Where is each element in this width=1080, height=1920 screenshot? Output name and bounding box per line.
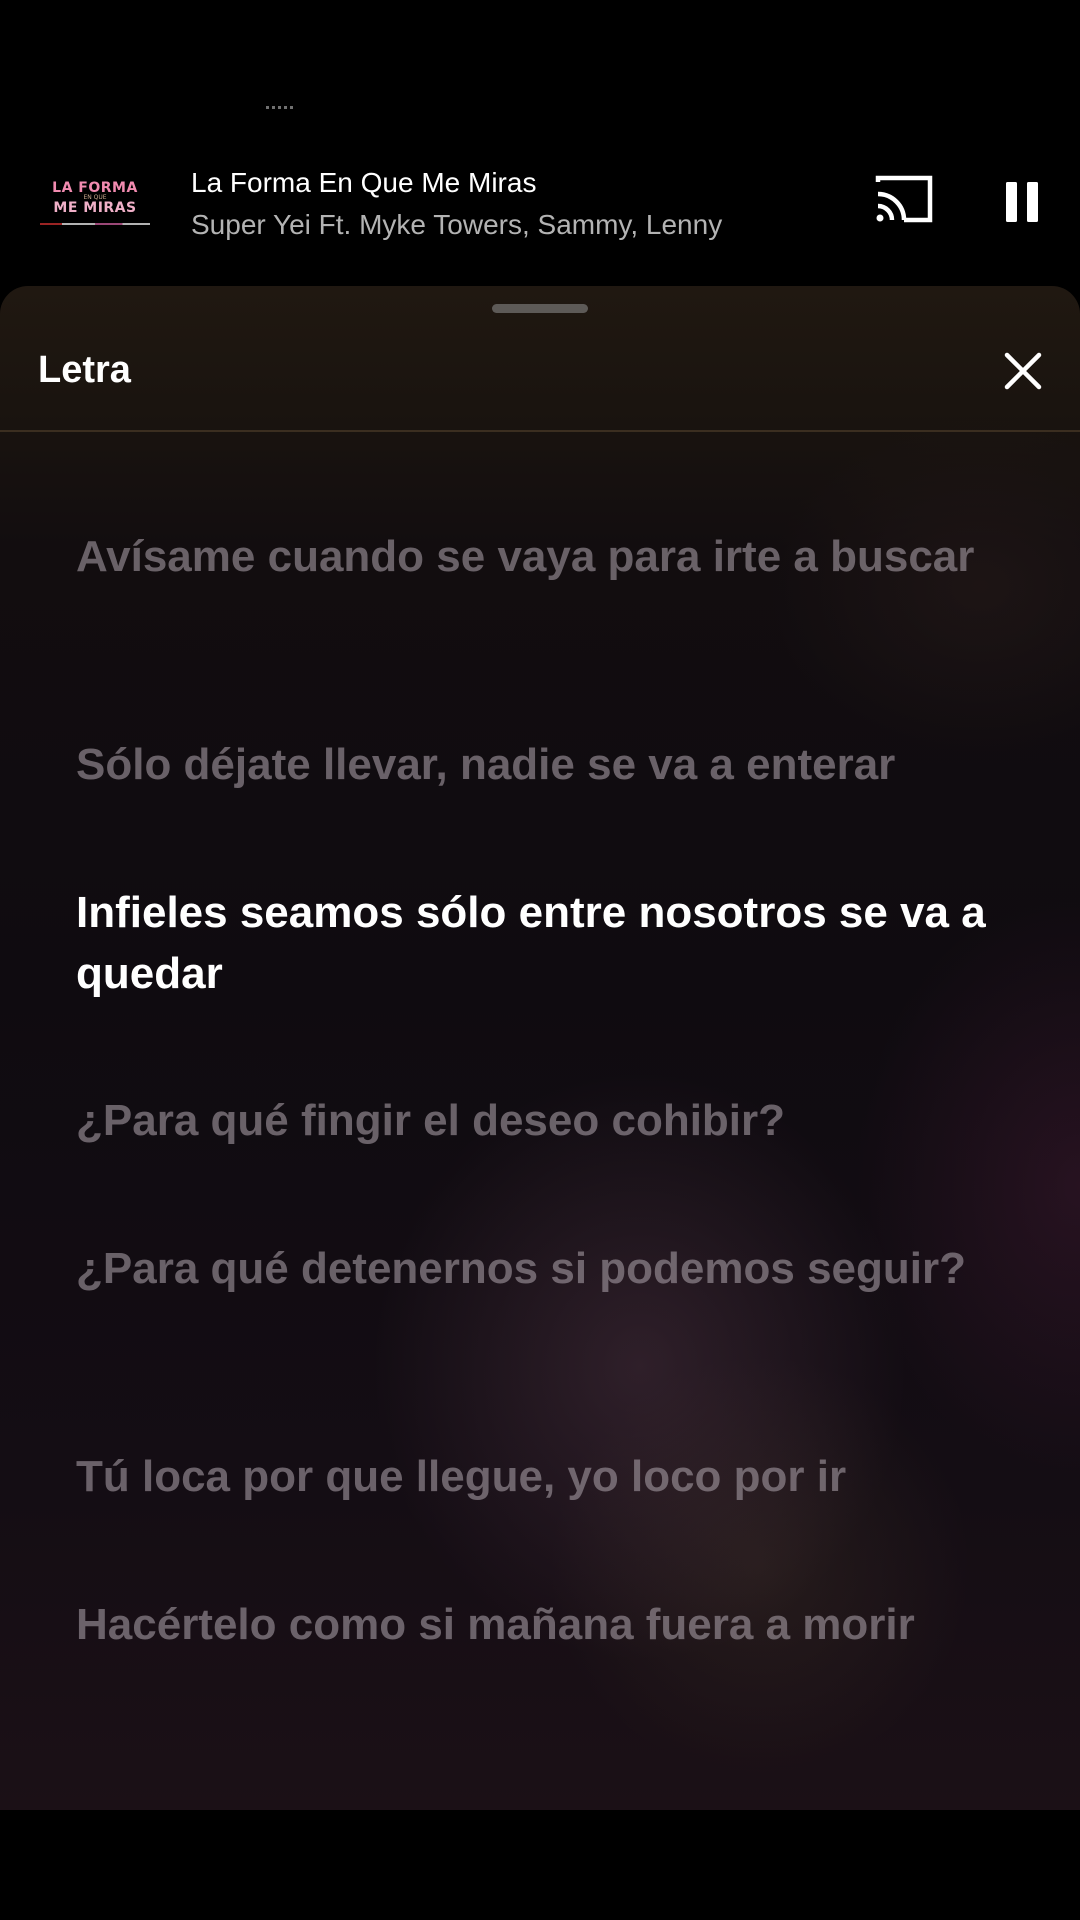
lyric-line[interactable]: Tú loca por que llegue, yo loco por ir: [76, 1446, 1016, 1507]
status-indicator: [266, 106, 294, 109]
lyric-line[interactable]: ¿Para qué fingir el deseo cohibir?: [76, 1090, 1016, 1151]
album-art-line3: ME MIRAS: [53, 200, 137, 216]
cast-icon: [875, 175, 933, 223]
close-button[interactable]: [1004, 352, 1042, 390]
lyric-line[interactable]: Avísame cuando se vaya para irte a busca…: [76, 526, 1016, 587]
drag-handle[interactable]: [492, 304, 588, 313]
mini-player[interactable]: LA FORMA EN QUE ME MIRAS La Forma En Que…: [0, 130, 1080, 276]
lyric-line-active[interactable]: Infieles seamos sólo entre nosotros se v…: [76, 882, 1016, 1004]
lyric-line[interactable]: ¿Para qué detenernos si podemos seguir?: [76, 1238, 1016, 1299]
sheet-title: Letra: [38, 349, 131, 391]
header-divider: [0, 430, 1080, 432]
track-artist[interactable]: Super Yei Ft. Myke Towers, Sammy, Lenny: [191, 208, 722, 242]
lyric-line[interactable]: Hacértelo como si mañana fuera a morir: [76, 1594, 1016, 1655]
navigation-bar: [0, 1810, 1080, 1920]
pause-icon: [1006, 182, 1038, 222]
cast-button[interactable]: [874, 174, 934, 224]
album-art-line1: LA FORMA: [52, 180, 138, 196]
track-title[interactable]: La Forma En Que Me Miras: [191, 166, 536, 200]
album-art-strip: [40, 223, 150, 225]
lyric-line[interactable]: Sólo déjate llevar, nadie se va a entera…: [76, 734, 1016, 795]
album-art[interactable]: LA FORMA EN QUE ME MIRAS: [36, 144, 154, 262]
pause-button[interactable]: [1004, 180, 1040, 224]
close-icon: [1004, 352, 1042, 390]
lyrics-sheet: Letra Avísame cuando se vaya para irte a…: [0, 286, 1080, 1810]
